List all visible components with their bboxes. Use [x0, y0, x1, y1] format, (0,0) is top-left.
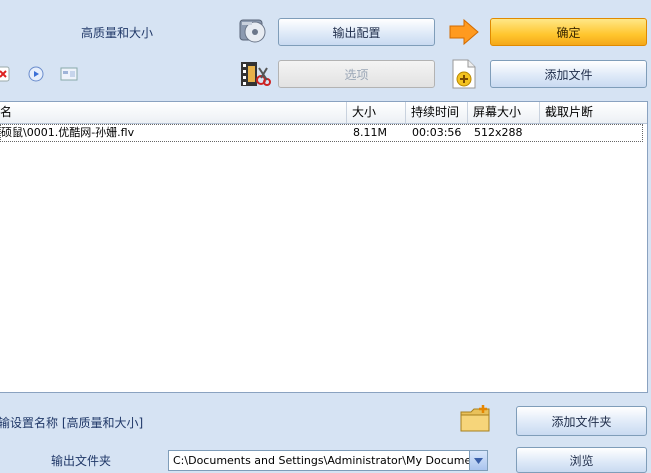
output-config-button[interactable]: 输出配置 [278, 18, 435, 46]
add-file-button[interactable]: 添加文件 [490, 60, 647, 88]
add-file-icon [450, 58, 478, 90]
preset-name-label: 高质量和大小 [81, 26, 154, 40]
cell-clip [541, 125, 641, 141]
remove-icon[interactable] [0, 66, 10, 82]
confirm-button[interactable]: 确定 [490, 18, 647, 46]
column-header-size[interactable]: 大小 [347, 102, 406, 123]
column-header-screen-size[interactable]: 屏幕大小 [468, 102, 540, 123]
cell-file-name: 硕鼠\0001.优酷网-孙姗.flv [1, 126, 135, 139]
window-icon[interactable] [60, 67, 78, 81]
cell-screen-size: 512x288 [474, 126, 523, 139]
cell-duration: 00:03:56 [412, 126, 462, 139]
column-header-duration[interactable]: 持续时间 [406, 102, 468, 123]
list-header: 名 大小 持续时间 屏幕大小 截取片断 [0, 102, 647, 124]
disc-config-icon [238, 16, 270, 46]
column-header-clip[interactable]: 截取片断 [540, 102, 648, 123]
browse-button[interactable]: 浏览 [516, 447, 647, 473]
output-folder-label: 输出文件夹 [51, 454, 112, 468]
arrow-right-icon [448, 17, 480, 47]
preset-setting-text: 输设置名称 [高质量和大小] [0, 416, 144, 430]
output-path-value: C:\Documents and Settings\Administrator\… [173, 454, 488, 467]
output-path-select[interactable]: C:\Documents and Settings\Administrator\… [168, 450, 488, 471]
column-header-name[interactable]: 名 [0, 102, 347, 123]
chevron-down-icon[interactable] [469, 451, 487, 470]
film-cut-icon [239, 60, 271, 88]
file-list[interactable]: 名 大小 持续时间 屏幕大小 截取片断 硕鼠\0001.优酷网-孙姗.flv 8… [0, 101, 648, 393]
play-icon[interactable] [28, 66, 44, 82]
table-row[interactable]: 硕鼠\0001.优酷网-孙姗.flv 8.11M 00:03:56 512x28… [0, 124, 643, 142]
folder-add-icon [459, 404, 491, 434]
add-folder-button[interactable]: 添加文件夹 [516, 406, 647, 436]
cell-file-size: 8.11M [353, 126, 387, 139]
options-button[interactable]: 选项 [278, 60, 435, 88]
